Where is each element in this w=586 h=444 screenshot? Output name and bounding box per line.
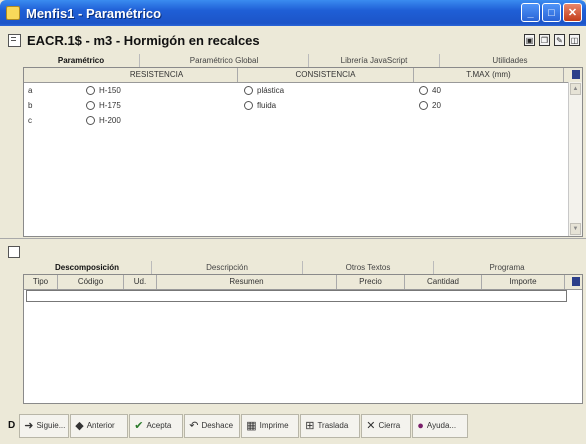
table-row[interactable] bbox=[26, 290, 567, 302]
button-label: Siguie... bbox=[36, 421, 66, 430]
d-label: D bbox=[8, 420, 16, 431]
tab-otros-textos[interactable]: Otros Textos bbox=[303, 261, 434, 274]
maximize-button[interactable]: □ bbox=[542, 3, 561, 22]
preview-icon[interactable]: ▣ bbox=[524, 34, 535, 46]
record-icon bbox=[8, 33, 21, 47]
panel-divider bbox=[0, 238, 586, 258]
bottom-toolbar: D ➜ Siguie... ◆ Anterior ✔ Acepta ↶ Deshace … bbox=[0, 407, 586, 444]
option-label: H-175 bbox=[99, 101, 121, 110]
edit-icon[interactable]: ✎ bbox=[554, 34, 565, 46]
radio-icon[interactable] bbox=[244, 101, 253, 110]
parametric-scrollbar[interactable]: ▲ ▼ bbox=[568, 82, 582, 236]
arrow-right-icon: ➜ bbox=[24, 420, 34, 432]
tab-programa[interactable]: Programa bbox=[434, 261, 580, 274]
option-label: H-150 bbox=[99, 86, 121, 95]
option-label: plástica bbox=[257, 86, 285, 95]
decomposition-grid-header: Tipo Código Ud. Resumen Precio Cantidad … bbox=[24, 275, 582, 290]
move-icon: ⊞ bbox=[305, 420, 315, 432]
row-label-c: c bbox=[28, 116, 32, 125]
tab-parametrico-global[interactable]: Paramétrico Global bbox=[140, 54, 309, 67]
option-label: H-200 bbox=[99, 116, 121, 125]
tab-utilidades[interactable]: Utilidades bbox=[440, 54, 580, 67]
printer-icon: ▦ bbox=[246, 420, 257, 432]
check-icon: ✔ bbox=[134, 420, 144, 432]
col-importe[interactable]: Importe bbox=[482, 275, 565, 289]
bottom-tabs: Descomposición Descripción Otros Textos … bbox=[23, 261, 580, 274]
option-fluida[interactable]: fluida bbox=[244, 101, 276, 110]
record-header: EACR.1$ - m3 - Hormigón en recalces ▣ ❐ … bbox=[0, 26, 586, 54]
col-precio[interactable]: Precio bbox=[337, 275, 405, 289]
row-label-b: b bbox=[28, 101, 33, 110]
option-h150[interactable]: H-150 bbox=[86, 86, 121, 95]
close-icon: ✕ bbox=[366, 420, 376, 432]
ayuda-button[interactable]: ● Ayuda... bbox=[412, 413, 469, 438]
acepta-button[interactable]: ✔ Acepta bbox=[129, 413, 184, 438]
button-label: Anterior bbox=[86, 421, 115, 430]
button-label: Cierra bbox=[378, 421, 401, 430]
option-h200[interactable]: H-200 bbox=[86, 116, 121, 125]
copy-icon[interactable]: ❐ bbox=[539, 34, 550, 46]
undo-icon: ↶ bbox=[189, 420, 199, 432]
panel-icon[interactable] bbox=[8, 246, 20, 258]
traslada-button[interactable]: ⊞ Traslada bbox=[300, 413, 361, 438]
radio-icon[interactable] bbox=[419, 101, 428, 110]
option-plastica[interactable]: plástica bbox=[244, 86, 284, 95]
radio-icon[interactable] bbox=[244, 86, 253, 95]
siguiente-button[interactable]: ➜ Siguie... bbox=[19, 413, 70, 438]
radio-icon[interactable] bbox=[419, 86, 428, 95]
anterior-button[interactable]: ◆ Anterior bbox=[70, 413, 129, 438]
button-label: Ayuda... bbox=[426, 421, 457, 430]
tab-descripcion[interactable]: Descripción bbox=[152, 261, 303, 274]
tab-parametrico[interactable]: Paramétrico bbox=[23, 54, 140, 67]
col-cantidad[interactable]: Cantidad bbox=[405, 275, 482, 289]
row-label-a: a bbox=[28, 86, 33, 95]
button-label: Acepta bbox=[146, 421, 172, 430]
col-resumen[interactable]: Resumen bbox=[157, 275, 337, 289]
window-icon[interactable]: ◫ bbox=[569, 34, 580, 46]
grid-corner-icon[interactable] bbox=[572, 277, 580, 286]
radio-icon[interactable] bbox=[86, 101, 95, 110]
scroll-up-icon[interactable]: ▲ bbox=[570, 83, 581, 95]
tab-descomposicion[interactable]: Descomposición bbox=[23, 261, 152, 274]
top-tabs: Paramétrico Paramétrico Global Librería … bbox=[23, 54, 580, 67]
option-label: 20 bbox=[432, 101, 441, 110]
radio-icon[interactable] bbox=[86, 116, 95, 125]
col-codigo[interactable]: Código bbox=[58, 275, 124, 289]
col-consistencia[interactable]: CONSISTENCIA bbox=[238, 68, 414, 82]
decomposition-grid: Tipo Código Ud. Resumen Precio Cantidad … bbox=[23, 274, 583, 404]
grid-corner-icon[interactable] bbox=[572, 70, 580, 79]
record-title: EACR.1$ - m3 - Hormigón en recalces bbox=[27, 32, 260, 48]
col-ud[interactable]: Ud. bbox=[124, 275, 157, 289]
option-tmax-40[interactable]: 40 bbox=[419, 86, 441, 95]
option-h175[interactable]: H-175 bbox=[86, 101, 121, 110]
button-label: Deshace bbox=[201, 421, 234, 430]
option-tmax-20[interactable]: 20 bbox=[419, 101, 441, 110]
parametric-grid-header: RESISTENCIA CONSISTENCIA T.MAX (mm) bbox=[24, 68, 582, 83]
tab-libreria-javascript[interactable]: Librería JavaScript bbox=[309, 54, 440, 67]
help-icon: ● bbox=[417, 419, 424, 432]
button-label: Traslada bbox=[317, 421, 349, 430]
button-label: Imprime bbox=[259, 421, 289, 430]
close-button[interactable]: ✕ bbox=[563, 3, 582, 22]
diamond-icon: ◆ bbox=[75, 420, 84, 432]
col-tmax[interactable]: T.MAX (mm) bbox=[414, 68, 564, 82]
radio-icon[interactable] bbox=[86, 86, 95, 95]
app-icon bbox=[6, 6, 20, 20]
minimize-button[interactable]: _ bbox=[521, 3, 540, 22]
window-title: Menfis1 - Paramétrico bbox=[26, 5, 162, 21]
option-label: 40 bbox=[432, 86, 441, 95]
option-label: fluida bbox=[257, 101, 277, 110]
window-titlebar[interactable]: Menfis1 - Paramétrico _ □ ✕ bbox=[0, 0, 586, 26]
col-resistencia[interactable]: RESISTENCIA bbox=[76, 68, 238, 82]
cierra-button[interactable]: ✕ Cierra bbox=[361, 413, 412, 438]
imprime-button[interactable]: ▦ Imprime bbox=[241, 413, 300, 438]
deshace-button[interactable]: ↶ Deshace bbox=[184, 413, 241, 438]
parametric-grid: RESISTENCIA CONSISTENCIA T.MAX (mm) a b … bbox=[23, 67, 583, 237]
col-tipo[interactable]: Tipo bbox=[24, 275, 58, 289]
scroll-down-icon[interactable]: ▼ bbox=[570, 223, 581, 235]
